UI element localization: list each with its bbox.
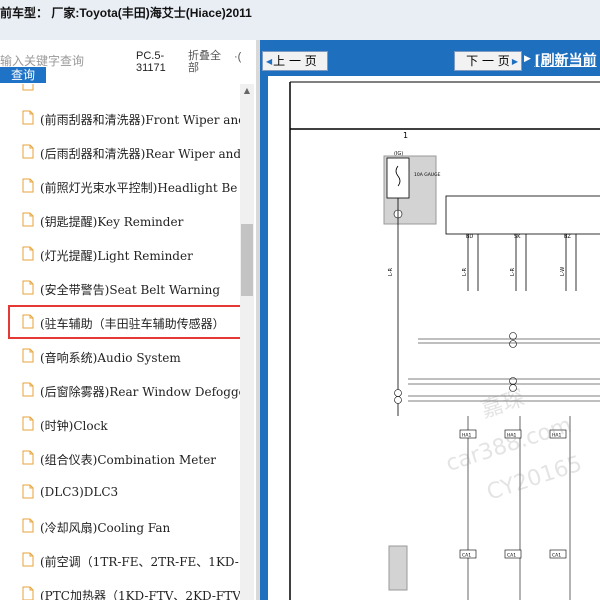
connector-tag-label-3: CA1: [462, 553, 471, 559]
tree-item[interactable]: (前空调（1TR-FE、2TR-FE、1KD-: [0, 543, 240, 577]
connector-label-1: SK: [514, 234, 521, 240]
connector-tag-label-5: CA1: [552, 553, 561, 559]
tree-item[interactable]: (冷却风扇)Cooling Fan: [0, 509, 240, 543]
pin-marker-4: [509, 377, 517, 385]
tree-item-label: (时钟)Clock: [40, 419, 108, 433]
tree-item-label: (安全带警告)Seat Belt Warning: [40, 283, 221, 297]
document-icon: [22, 450, 34, 465]
arrow-left-icon: ◀: [266, 57, 273, 66]
search-panel: 查询 PC.5-31171 折叠全部 ·(: [0, 40, 256, 84]
tree-item[interactable]: (DLC3)DLC3: [0, 475, 240, 509]
wire-label-3: L-W: [560, 267, 566, 276]
prev-page-label: 上 一 页: [273, 54, 317, 68]
tree-item[interactable]: (灯光提醒)Light Reminder: [0, 237, 240, 271]
tree-item[interactable]: (PTC加热器（1KD-FTV、2KD-FTV: [0, 577, 240, 600]
document-icon: [22, 280, 34, 295]
fuse-label: (IG): [394, 151, 403, 157]
tree-item[interactable]: (后雨刮器和清洗器)Rear Wiper and: [0, 135, 240, 169]
pin-marker-2: [394, 389, 402, 397]
document-icon: [22, 110, 34, 125]
document-icon: [22, 144, 34, 159]
tree-item-selected[interactable]: (驻车辅助（丰田驻车辅助传感器）: [8, 305, 240, 339]
pc-code: PC.5-31171: [136, 50, 166, 74]
tree-item-label: (灯光提醒)Light Reminder: [40, 249, 193, 263]
tree-item[interactable]: (钥匙提醒)Key Reminder: [0, 203, 240, 237]
scroll-up-arrow-icon[interactable]: ▲: [241, 84, 253, 98]
document-icon: [22, 552, 34, 567]
tree-item-label: (冷却风扇)Cooling Fan: [40, 521, 171, 535]
tree-item[interactable]: (组合仪表)Combination Meter: [0, 441, 240, 475]
document-icon: [22, 212, 34, 227]
window-title: 前车型： 厂家:Toyota(丰田)海艾士(Hiace)2011: [0, 6, 252, 20]
left-pane: 查询 PC.5-31171 折叠全部 ·( (前雨刮器和清洗器)Front Wi…: [0, 40, 256, 600]
tree-scrollbar[interactable]: ▲: [240, 84, 254, 600]
connector-label-2: BZ: [564, 234, 571, 240]
tree-item-label: (钥匙提醒)Key Reminder: [40, 215, 184, 229]
tree-item[interactable]: (安全带警告)Seat Belt Warning: [0, 271, 240, 305]
wiring-diagram: 1 (IG) 10A GAUGE HA1 HA1 HA1CA1 CA1 CA1BD SK B…: [289, 81, 600, 600]
tree-item-label: (前照灯光束水平控制)Headlight Be: [40, 181, 238, 195]
wire-label-0: L-R: [388, 267, 394, 276]
column-number: 1: [403, 131, 408, 140]
wiring-diagram-view[interactable]: 1 (IG) 10A GAUGE HA1 HA1 HA1 CA1 CA1 CA1 BD SK B…: [268, 76, 600, 600]
search-button[interactable]: 查询: [0, 67, 46, 83]
tree-item-label: (组合仪表)Combination Meter: [40, 453, 217, 467]
tree-item-label: (PTC加热器（1KD-FTV、2KD-FTV: [40, 589, 240, 600]
wire-label-2: L-R: [510, 267, 516, 276]
document-icon: [22, 484, 34, 499]
pin-marker-3: [394, 396, 402, 404]
pin-marker-1: [509, 340, 517, 348]
document-icon: [22, 518, 34, 533]
ecu-box: [445, 195, 600, 235]
connector-block: [388, 545, 408, 591]
tree-item[interactable]: (后窗除雾器)Rear Window Defogger: [0, 373, 240, 407]
tree-item-label: (音响系统)Audio System: [40, 351, 181, 365]
tree-item-label: (前空调（1TR-FE、2TR-FE、1KD-: [40, 555, 239, 569]
tree-item[interactable]: (前照灯光束水平控制)Headlight Be: [0, 169, 240, 203]
refresh-arrow-icon: ▶: [524, 54, 531, 64]
connector-tag-label-0: HA1: [462, 433, 471, 439]
tree-item[interactable]: (前雨刮器和清洗器)Front Wiper and: [0, 101, 240, 135]
document-icon: [22, 246, 34, 261]
connector-label-0: BD: [466, 234, 473, 240]
tree-list: (前雨刮器和清洗器)Front Wiper and (后雨刮器和清洗器)Rear …: [0, 84, 240, 600]
tree-item-label: (后雨刮器和清洗器)Rear Wiper and: [40, 147, 240, 161]
fuse-rating: 10A GAUGE: [414, 172, 441, 178]
pin-marker-0: [509, 332, 517, 340]
tree-item-label: (DLC3)DLC3: [40, 485, 119, 499]
tree-item[interactable]: (时钟)Clock: [0, 407, 240, 441]
viewer-toolbar: ◀ 上 一 页 下 一 页 ▶ ▶ [刷新当前: [260, 40, 600, 80]
wire-label-1: L-R: [462, 267, 468, 276]
scroll-thumb[interactable]: [241, 224, 253, 296]
document-icon: [22, 416, 34, 431]
title-bar: 前车型： 厂家:Toyota(丰田)海艾士(Hiace)2011: [0, 0, 600, 41]
document-icon: [22, 314, 34, 329]
next-page-label: 下 一 页: [466, 54, 510, 68]
document-icon: [22, 586, 34, 600]
document-icon: [22, 84, 34, 91]
right-pane: ◀ 上 一 页 下 一 页 ▶ ▶ [刷新当前 1 (IG) 10A GAUGE: [260, 40, 600, 600]
tree-item-label: (驻车辅助（丰田驻车辅助传感器）: [40, 317, 225, 331]
document-icon: [22, 178, 34, 193]
info-fragment: ·(: [234, 51, 242, 63]
arrow-right-icon: ▶: [511, 57, 518, 66]
connector-tag-label-4: CA1: [507, 553, 516, 559]
collapse-all-button[interactable]: 折叠全部: [188, 50, 228, 74]
next-page-button[interactable]: 下 一 页 ▶: [454, 51, 522, 71]
document-icon: [22, 382, 34, 397]
tree-item[interactable]: (音响系统)Audio System: [0, 339, 240, 373]
tree-item-partial[interactable]: [0, 84, 240, 101]
tree-item-label: (前雨刮器和清洗器)Front Wiper and: [40, 113, 240, 127]
tree-item-label: (后窗除雾器)Rear Window Defogger: [40, 385, 240, 399]
prev-page-button[interactable]: ◀ 上 一 页: [262, 51, 328, 71]
refresh-current-link[interactable]: [刷新当前: [534, 50, 597, 70]
document-icon: [22, 348, 34, 363]
